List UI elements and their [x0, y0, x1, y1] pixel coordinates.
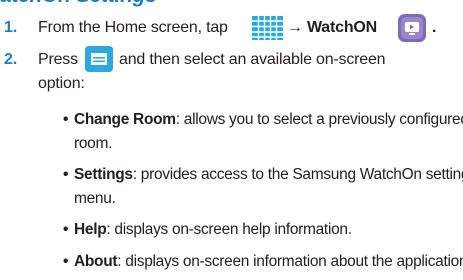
option-description-line2: room.	[74, 135, 113, 152]
bullet: •	[63, 166, 69, 183]
option-term: Change Room	[74, 111, 176, 128]
step-2: 2. Press and then select an available on…	[0, 46, 463, 101]
step-text: Press	[38, 51, 78, 68]
option-description: : displays on-screen help information.	[106, 221, 352, 238]
step-text: From the Home screen, tap	[38, 19, 228, 36]
step-number: 2.	[4, 51, 17, 68]
step-1: 1. From the Home screen, tap → WatchON .	[0, 14, 463, 47]
option-description-line2: menu.	[74, 190, 116, 207]
apps-grid-icon	[252, 16, 283, 40]
step-text-continued: and then select an available on-screen	[119, 51, 386, 68]
watchon-app-label: WatchON	[307, 19, 378, 36]
step-number: 1.	[4, 19, 17, 36]
arrow-icon: →	[287, 19, 303, 36]
option-description: : allows you to select a previously conf…	[175, 111, 463, 128]
bullet: •	[63, 253, 69, 270]
option-term: Settings	[74, 166, 133, 183]
option-description: : displays on-screen information about t…	[117, 253, 463, 270]
option-description: : provides access to the Samsung WatchOn…	[132, 166, 463, 183]
menu-key-icon	[85, 46, 113, 72]
bullet: •	[63, 111, 69, 128]
step-text-line2: option:	[38, 75, 85, 92]
option-term: Help	[74, 221, 107, 238]
option-term: About	[74, 253, 118, 270]
watchon-app-icon	[398, 14, 426, 42]
step-end-period: .	[432, 19, 437, 36]
bullet: •	[63, 221, 69, 238]
heading: atchOn Settings	[0, 0, 157, 8]
